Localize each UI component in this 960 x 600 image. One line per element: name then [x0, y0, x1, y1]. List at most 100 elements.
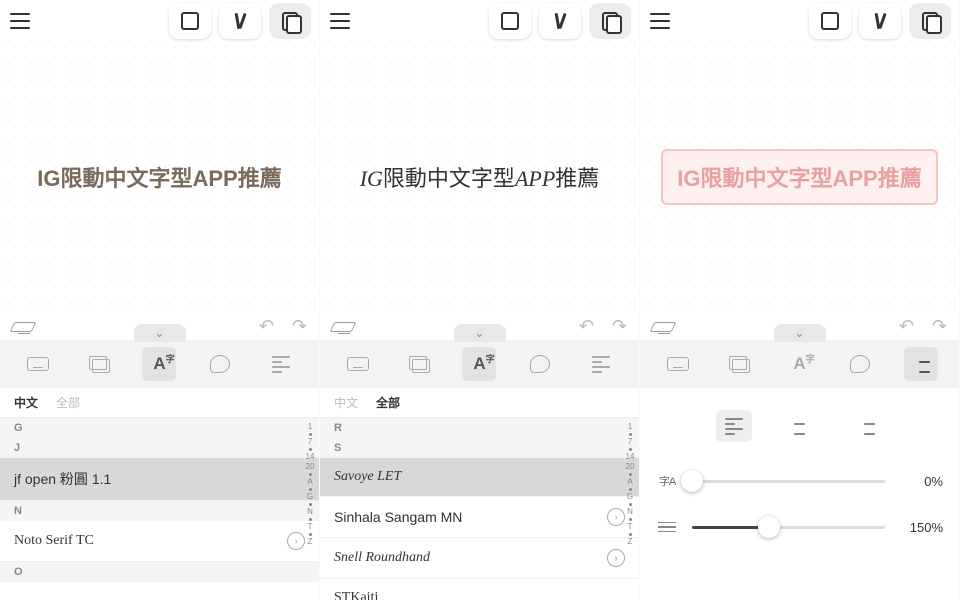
canvas[interactable]: IG限動中文字型APP推薦 — [0, 42, 319, 312]
redo-icon[interactable]: ↷ — [612, 316, 627, 337]
font-icon: A字 — [473, 354, 485, 374]
align-panel: 0% 150% — [640, 388, 959, 600]
font-icon: A字 — [793, 354, 805, 374]
canvas[interactable]: IG限動中文字型APP推薦 — [320, 42, 639, 312]
undo-icon[interactable]: ↶ — [579, 316, 594, 337]
copy-button[interactable] — [909, 3, 951, 39]
pen-button[interactable] — [859, 3, 901, 39]
canvas[interactable]: IG限動中文字型APP推薦 — [640, 42, 959, 312]
font-name: Sinhala Sangam MN — [334, 509, 462, 525]
shape-button[interactable] — [809, 3, 851, 39]
font-item-stkaiti[interactable]: STKaiti — [320, 579, 639, 600]
menu-icon[interactable] — [326, 7, 354, 35]
align-left-button[interactable] — [716, 410, 752, 442]
align-left-icon — [725, 418, 743, 435]
char-spacing-icon — [656, 470, 678, 492]
t: APP — [515, 166, 555, 191]
color-tool[interactable] — [843, 347, 877, 381]
collapse-tab[interactable]: ⌄ — [134, 324, 186, 342]
sample-text[interactable]: IG限動中文字型APP推薦 — [360, 161, 600, 193]
shape-button[interactable] — [169, 3, 211, 39]
sample-text[interactable]: IG限動中文字型APP推薦 — [37, 161, 281, 193]
align-tool[interactable] — [264, 347, 298, 381]
shape-button[interactable] — [489, 3, 531, 39]
redo-icon[interactable]: ↷ — [932, 316, 947, 337]
align-tool[interactable] — [904, 347, 938, 381]
pen-icon — [871, 12, 889, 30]
copy-button[interactable] — [589, 3, 631, 39]
collapse-tab[interactable]: ⌄ — [774, 324, 826, 342]
pen-button[interactable] — [219, 3, 261, 39]
square-icon — [821, 12, 839, 30]
tab-chinese[interactable]: 中文 — [14, 394, 38, 411]
keyboard-icon — [27, 357, 49, 371]
font-tool[interactable]: A字 — [462, 347, 496, 381]
t: 推薦 — [555, 166, 599, 191]
font-item-noto[interactable]: Noto Serif TC› — [0, 521, 319, 562]
layers-tool[interactable] — [82, 347, 116, 381]
mid-toolbar: ↶ ↷ ⌄ — [320, 312, 639, 340]
menu-icon[interactable] — [646, 7, 674, 35]
tools-row: A字 — [0, 340, 319, 388]
sample-text[interactable]: IG限動中文字型APP推薦 — [661, 149, 937, 205]
tab-chinese[interactable]: 中文 — [334, 394, 358, 411]
t: IG — [360, 166, 383, 191]
layers-icon — [89, 356, 109, 372]
keyboard-tool[interactable] — [341, 347, 375, 381]
align-right-button[interactable] — [848, 410, 884, 442]
keyboard-tool[interactable] — [21, 347, 55, 381]
menu-icon[interactable] — [6, 7, 34, 35]
alpha-index[interactable]: 171420AGNTZ — [303, 418, 317, 600]
eraser-icon[interactable] — [12, 319, 34, 333]
collapse-tab[interactable]: ⌄ — [454, 324, 506, 342]
slider-thumb[interactable] — [758, 516, 780, 538]
font-tool[interactable]: A字 — [142, 347, 176, 381]
slider-thumb[interactable] — [681, 470, 703, 492]
undo-icon[interactable]: ↶ — [259, 316, 274, 337]
layers-tool[interactable] — [722, 347, 756, 381]
section-head: R — [320, 418, 639, 438]
layers-icon — [729, 356, 749, 372]
copy-icon — [602, 12, 618, 30]
line-spacing-row: 150% — [656, 516, 943, 538]
font-item-jfopen[interactable]: jf open 粉圓 1.1 — [0, 458, 319, 501]
color-tool[interactable] — [203, 347, 237, 381]
align-center-icon — [791, 418, 809, 435]
font-name: jf open 粉圓 1.1 — [14, 469, 111, 489]
redo-icon[interactable]: ↷ — [292, 316, 307, 337]
font-tool[interactable]: A字 — [782, 347, 816, 381]
font-list[interactable]: G J jf open 粉圓 1.1 N Noto Serif TC› O 17… — [0, 418, 319, 600]
char-spacing-slider[interactable] — [692, 480, 885, 483]
keyboard-icon — [347, 357, 369, 371]
line-spacing-slider[interactable] — [692, 526, 885, 529]
copy-button[interactable] — [269, 3, 311, 39]
undo-icon[interactable]: ↶ — [899, 316, 914, 337]
eraser-icon[interactable] — [332, 319, 354, 333]
char-spacing-row: 0% — [656, 470, 943, 492]
font-item-savoye[interactable]: Savoye LET — [320, 458, 639, 497]
font-name: STKaiti — [334, 590, 378, 600]
eraser-icon[interactable] — [652, 319, 674, 333]
color-tool[interactable] — [523, 347, 557, 381]
layers-icon — [409, 356, 429, 372]
pen-icon — [231, 12, 249, 30]
tools-row: A字 — [320, 340, 639, 388]
font-list[interactable]: R S Savoye LET Sinhala Sangam MN› Snell … — [320, 418, 639, 600]
section-head: N — [0, 501, 319, 521]
align-icon — [912, 356, 930, 373]
line-spacing-icon — [656, 516, 678, 538]
alpha-index[interactable]: 171420AGNTZ — [623, 418, 637, 600]
pen-icon — [551, 12, 569, 30]
align-center-button[interactable] — [782, 410, 818, 442]
font-item-sinhala[interactable]: Sinhala Sangam MN› — [320, 497, 639, 538]
palette-icon — [210, 355, 230, 373]
pen-button[interactable] — [539, 3, 581, 39]
tab-all[interactable]: 全部 — [56, 394, 80, 411]
align-right-icon — [857, 418, 875, 435]
layers-tool[interactable] — [402, 347, 436, 381]
keyboard-tool[interactable] — [661, 347, 695, 381]
lang-tabs: 中文 全部 — [0, 388, 319, 418]
tab-all[interactable]: 全部 — [376, 394, 400, 411]
align-tool[interactable] — [584, 347, 618, 381]
font-item-snell[interactable]: Snell Roundhand› — [320, 538, 639, 579]
